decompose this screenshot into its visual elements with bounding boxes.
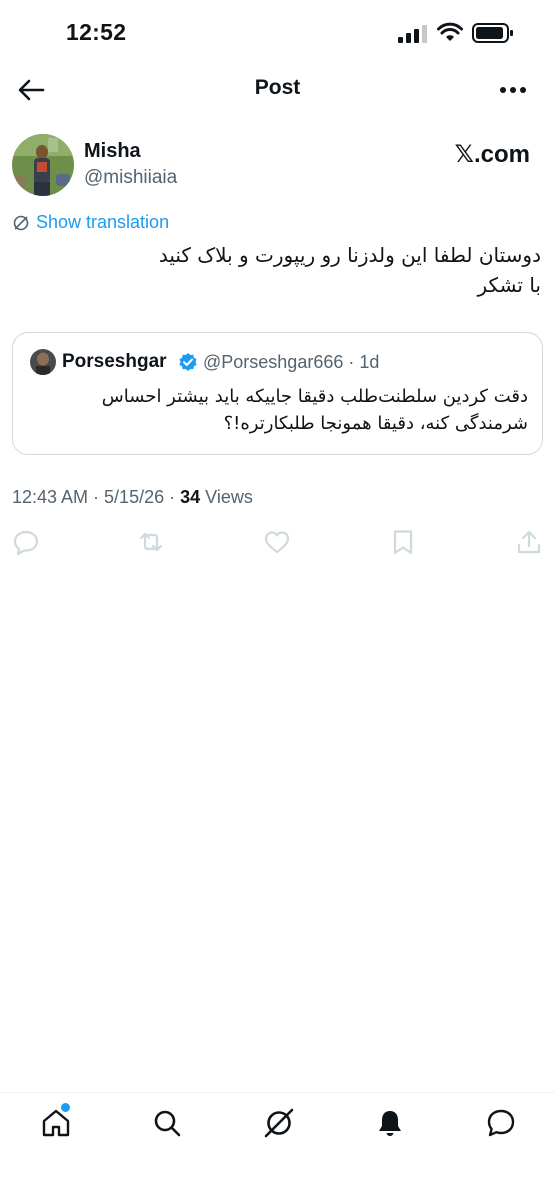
author-avatar[interactable]: [12, 134, 74, 196]
quote-author-name: Porseshgar: [62, 351, 167, 372]
wifi-icon: [437, 22, 463, 41]
like-button[interactable]: [263, 528, 291, 556]
notifications-icon: [379, 1111, 401, 1136]
nav-notifications[interactable]: [374, 1107, 406, 1139]
quote-author-handle: @Porseshgar666 · 1d: [203, 352, 380, 372]
show-translation-link[interactable]: Show translation: [12, 212, 169, 233]
messages-icon: [487, 1109, 515, 1137]
post-text: دوستان لطفا این ولدزنا رو ریپورت و بلاک …: [12, 240, 541, 300]
verified-badge-icon: [179, 353, 197, 371]
reply-icon: [13, 530, 39, 556]
repost-icon: [139, 532, 163, 552]
post-text-line: دوستان لطفا این ولدزنا رو ریپورت و بلاک …: [158, 243, 541, 267]
more-options-icon[interactable]: [498, 78, 528, 102]
post-timestamp: 12:43 AM · 5/15/26 ·: [12, 487, 181, 507]
nav-search[interactable]: [151, 1107, 183, 1139]
translate-icon: [13, 215, 29, 230]
post-meta: 12:43 AM · 5/15/26 · 34 Views: [12, 487, 253, 508]
avatar-image: [12, 134, 74, 196]
show-translation-label: Show translation: [36, 212, 170, 232]
repost-button[interactable]: [137, 528, 165, 556]
reply-button[interactable]: [12, 528, 40, 556]
bookmark-button[interactable]: [389, 528, 417, 556]
author-handle[interactable]: @mishiiaia: [84, 167, 177, 189]
home-notification-dot: [61, 1103, 70, 1112]
quote-text: دقت کردین سلطنت‌طلب دقیقا جاییکه باید بی…: [101, 386, 528, 434]
brand-logo: 𝕏.com: [454, 141, 530, 168]
page-title: Post: [254, 76, 301, 99]
nav-home[interactable]: [40, 1107, 72, 1139]
nav-grok[interactable]: [263, 1107, 295, 1139]
views-label: Views: [200, 487, 253, 507]
status-time: 12:52: [66, 19, 127, 45]
author-name[interactable]: Misha: [84, 140, 141, 163]
quote-author-avatar: [30, 349, 56, 375]
status-bar: 12:52: [0, 0, 555, 62]
post-text-line: با تشکر: [477, 273, 541, 297]
battery-icon: [472, 23, 513, 43]
grok-icon: [264, 1108, 294, 1138]
search-icon: [154, 1110, 181, 1137]
bottom-navigation: [0, 1092, 555, 1200]
bookmark-icon: [393, 530, 413, 555]
like-icon: [264, 531, 290, 554]
views-count: 34: [180, 487, 201, 507]
header: Post: [0, 66, 555, 114]
quoted-post-card[interactable]: Porseshgar @Porseshgar666 · 1d دقت کردین…: [12, 332, 543, 455]
share-button[interactable]: [515, 528, 543, 556]
signal-icon: [398, 25, 427, 43]
action-bar: [0, 528, 555, 558]
share-icon: [517, 530, 541, 554]
nav-messages[interactable]: [485, 1107, 517, 1139]
home-icon: [42, 1109, 70, 1137]
